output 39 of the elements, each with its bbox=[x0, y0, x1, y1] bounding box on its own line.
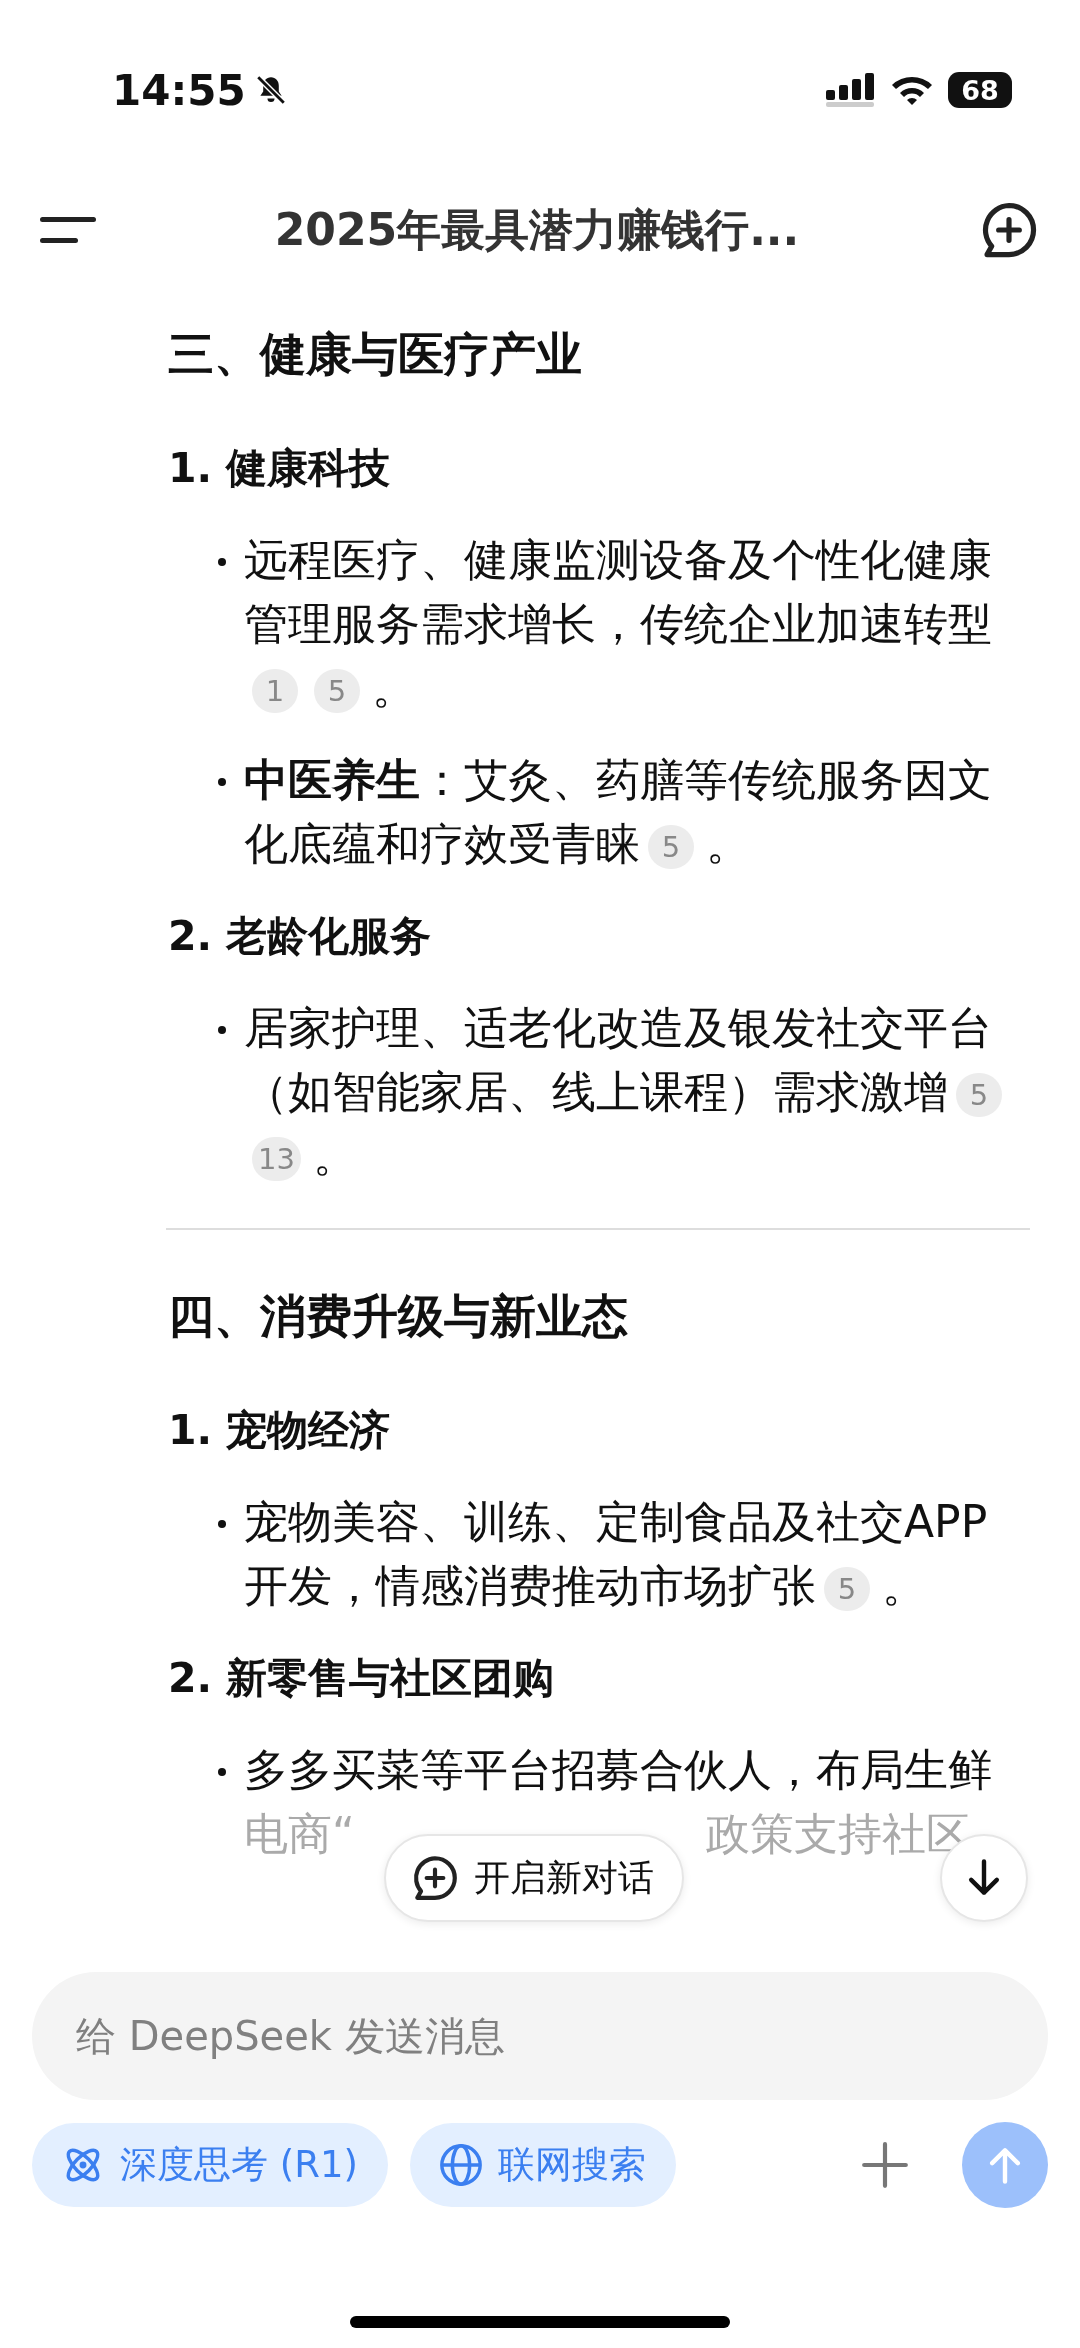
status-time: 14:55 bbox=[112, 65, 246, 115]
citation-badge[interactable]: 13 bbox=[252, 1137, 301, 1181]
bullet-dot bbox=[218, 558, 226, 566]
chat-title: 2025年最具潜力赚钱行... bbox=[274, 202, 800, 257]
item-heading: 宠物经济 bbox=[226, 1405, 391, 1456]
list-number: 1. bbox=[168, 1405, 213, 1456]
section-heading: 三、健康与医疗产业 bbox=[168, 326, 583, 383]
list-number: 1. bbox=[168, 443, 213, 494]
bullet-dot bbox=[218, 1768, 226, 1776]
faded-text: 电商“ bbox=[244, 1807, 355, 1861]
wifi-icon bbox=[890, 74, 934, 106]
globe-icon bbox=[437, 2142, 484, 2188]
citation-badge[interactable]: 1 bbox=[252, 669, 298, 713]
list-number: 2. bbox=[168, 1653, 213, 1704]
mode-chip[interactable]: 联网搜索 bbox=[409, 2123, 676, 2207]
item-heading: 健康科技 bbox=[226, 443, 391, 494]
plus-icon[interactable] bbox=[860, 2140, 910, 2190]
bullet-dot bbox=[218, 1520, 226, 1528]
bullet-text: 远程医疗、健康监测设备及个性化健康管理服务需求增长，传统企业加速转型 1 5 。 bbox=[244, 533, 993, 715]
list-number: 2. bbox=[168, 911, 213, 962]
citation-badge[interactable]: 5 bbox=[648, 825, 694, 869]
citation-badge[interactable]: 5 bbox=[956, 1073, 1002, 1117]
item-heading: 新零售与社区团购 bbox=[226, 1653, 555, 1704]
bullet-text: 中医养生：艾灸、药膳等传统服务因文化底蕴和疗效受青睐 5 。 bbox=[244, 753, 993, 871]
bullet-text: 宠物美容、训练、定制食品及社交APP开发，情感消费推动市场扩张 5 。 bbox=[244, 1495, 989, 1613]
signal-icon bbox=[826, 73, 876, 107]
new-chat-button[interactable]: 开启新对话 bbox=[384, 1834, 684, 1922]
bullet-dot bbox=[218, 778, 226, 786]
bullet-text: 多多买菜等平台招募合伙人，布局生鲜 bbox=[244, 1744, 992, 1795]
item-heading: 老龄化服务 bbox=[226, 911, 432, 962]
bullet-text: 居家护理、适老化改造及银发社交平台（如智能家居、线上课程）需求激增 5 13 。 bbox=[244, 996, 1030, 1188]
bullet-dot bbox=[218, 1026, 226, 1034]
mode-chip[interactable]: 深度思考 (R1) bbox=[32, 2123, 388, 2207]
message-input[interactable]: 给 DeepSeek 发送消息 bbox=[32, 1972, 1048, 2100]
battery-icon: 68 bbox=[948, 72, 1012, 108]
citation-badge[interactable]: 5 bbox=[824, 1567, 870, 1611]
section-heading: 四、消费升级与新业态 bbox=[168, 1288, 629, 1345]
menu-icon[interactable] bbox=[40, 215, 96, 245]
citation-badge[interactable]: 5 bbox=[314, 669, 360, 713]
